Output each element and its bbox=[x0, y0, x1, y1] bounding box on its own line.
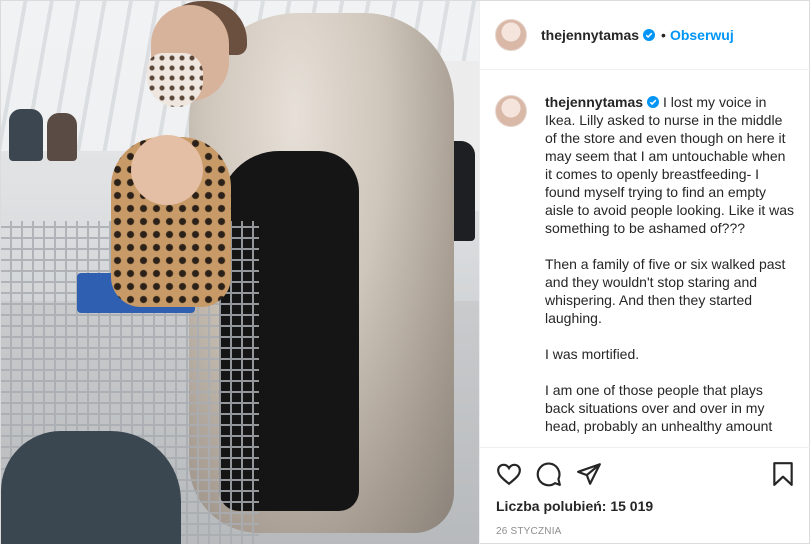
verified-badge-icon bbox=[643, 29, 656, 41]
avatar[interactable] bbox=[495, 19, 527, 51]
post-actions: Liczba polubień: 15 019 26 STYCZNIA bbox=[480, 447, 810, 544]
post-date[interactable]: 26 STYCZNIA bbox=[496, 526, 796, 537]
caption-username[interactable]: thejennytamas bbox=[545, 94, 643, 110]
heart-icon[interactable] bbox=[496, 461, 522, 487]
photo-background-person bbox=[9, 109, 43, 161]
post-header: thejennytamas • Obserwuj bbox=[480, 1, 810, 70]
header-username[interactable]: thejennytamas bbox=[541, 27, 639, 43]
caption-avatar[interactable] bbox=[495, 95, 527, 127]
caption-paragraph: thejennytamas I lost my voice in Ikea. L… bbox=[545, 93, 795, 237]
comments-panel[interactable]: thejennytamas I lost my voice in Ikea. L… bbox=[480, 71, 810, 447]
post-sidebar: thejennytamas • Obserwuj thejennytamas I… bbox=[479, 1, 810, 544]
photo-background-person bbox=[47, 113, 77, 161]
action-icons bbox=[496, 448, 796, 496]
caption-paragraph-1: I lost my voice in Ikea. Lilly asked to … bbox=[545, 94, 795, 236]
verified-badge-icon bbox=[647, 96, 660, 108]
photo-baby-head bbox=[131, 135, 203, 205]
post-photo[interactable] bbox=[1, 1, 479, 544]
caption-row: thejennytamas I lost my voice in Ikea. L… bbox=[495, 93, 796, 447]
comment-bubble-icon[interactable] bbox=[536, 461, 562, 487]
caption-text: thejennytamas I lost my voice in Ikea. L… bbox=[545, 93, 795, 447]
header-separator: • bbox=[661, 27, 666, 43]
follow-button[interactable]: Obserwuj bbox=[670, 27, 734, 43]
caption-paragraph-3: I was mortified. bbox=[545, 346, 640, 362]
likes-count[interactable]: Liczba polubień: 15 019 bbox=[496, 498, 796, 514]
instagram-post: thejennytamas • Obserwuj thejennytamas I… bbox=[0, 0, 810, 544]
paper-plane-icon[interactable] bbox=[576, 461, 602, 487]
caption-paragraph-2: Then a family of five or six walked past… bbox=[545, 256, 786, 326]
bookmark-icon[interactable] bbox=[770, 461, 796, 487]
caption-paragraph-4: I am one of those people that plays back… bbox=[545, 382, 773, 434]
photo-plush-toy bbox=[1, 431, 181, 544]
